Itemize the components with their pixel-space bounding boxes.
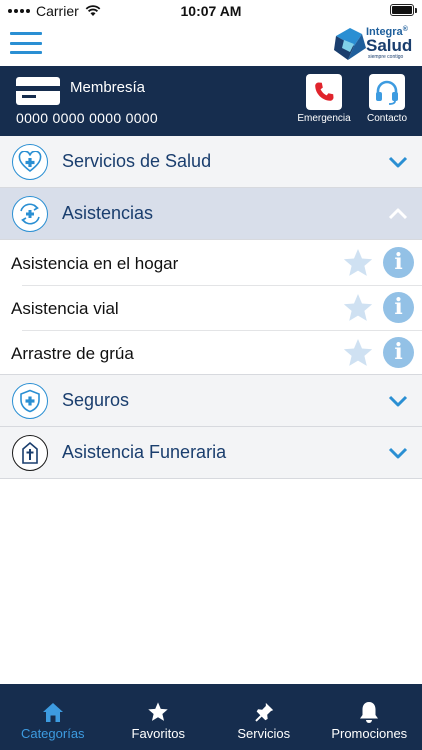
favorite-star-button[interactable] [342, 247, 374, 279]
tab-label: Servicios [237, 726, 291, 741]
logo-line2: Salud [366, 36, 413, 55]
heart-plus-icon [12, 144, 48, 180]
tab-label: Promociones [331, 726, 408, 741]
app-bar: Integra® Salud siempre contigo [0, 22, 422, 66]
headset-icon [369, 74, 405, 110]
tab-servicios[interactable]: Servicios [211, 684, 317, 750]
shield-plus-icon [12, 383, 48, 419]
phone-icon [306, 74, 342, 110]
tomb-cross-icon [12, 435, 48, 471]
logo-mark-icon [334, 28, 366, 60]
assistance-hands-icon [12, 196, 48, 232]
home-icon [0, 700, 106, 724]
favorite-star-button[interactable] [342, 337, 374, 369]
chevron-down-icon [388, 395, 408, 407]
contact-label: Contacto [366, 113, 408, 124]
menu-line [10, 41, 42, 45]
category-row-asistencia-funeraria[interactable]: Asistencia Funeraria [0, 427, 422, 479]
category-row-seguros[interactable]: Seguros [0, 375, 422, 427]
logo-tagline: siempre contigo [368, 54, 404, 60]
info-button[interactable]: i [383, 247, 414, 278]
sub-item-label: Arrastre de grúa [11, 344, 134, 363]
tab-promociones[interactable]: Promociones [317, 684, 422, 750]
emergency-label: Emergencia [297, 113, 351, 124]
bell-icon [317, 700, 422, 724]
integra-salud-logo: Integra® Salud siempre contigo [332, 26, 413, 62]
sub-item-arrastre-de-grua[interactable]: Arrastre de grúa i [0, 330, 422, 375]
category-list: Servicios de Salud Asistencias Asistenci… [0, 136, 422, 479]
info-button[interactable]: i [383, 337, 414, 368]
chevron-down-icon [388, 156, 408, 168]
chevron-down-icon [388, 447, 408, 459]
membership-number: 0000 0000 0000 0000 [16, 110, 158, 126]
tab-categorias[interactable]: Categorías [0, 684, 106, 750]
membership-header: Membresía 0000 0000 0000 0000 Emergencia… [0, 66, 422, 136]
category-label: Seguros [62, 390, 130, 410]
tab-label: Favoritos [131, 726, 185, 741]
emergency-button[interactable]: Emergencia [294, 74, 354, 124]
status-bar: Carrier 10:07 AM [0, 0, 422, 22]
contact-button[interactable]: Contacto [357, 74, 417, 124]
membership-card-icon [16, 77, 60, 105]
status-time: 10:07 AM [180, 3, 242, 19]
favorite-star-button[interactable] [342, 292, 374, 324]
category-row-asistencias[interactable]: Asistencias [0, 188, 422, 240]
category-label: Servicios de Salud [62, 151, 212, 171]
battery-icon [390, 4, 414, 16]
sub-item-label: Asistencia vial [11, 299, 119, 318]
tab-label: Categorías [20, 726, 85, 741]
membership-label: Membresía [70, 79, 146, 96]
category-row-servicios-de-salud[interactable]: Servicios de Salud [0, 136, 422, 188]
sub-item-label: Asistencia en el hogar [11, 254, 179, 273]
tab-favoritos[interactable]: Favoritos [106, 684, 212, 750]
pin-icon [211, 700, 317, 724]
category-label: Asistencias [62, 203, 154, 223]
star-icon [106, 700, 212, 724]
menu-line [10, 32, 42, 35]
menu-button[interactable] [10, 32, 42, 54]
sub-item-asistencia-en-el-hogar[interactable]: Asistencia en el hogar i [0, 240, 422, 285]
info-button[interactable]: i [383, 292, 414, 323]
bottom-tab-bar: Categorías Favoritos Servicios Promocion… [0, 684, 422, 750]
menu-line [10, 51, 42, 54]
chevron-up-icon [388, 208, 408, 220]
battery-tip [415, 8, 417, 13]
category-label: Asistencia Funeraria [62, 442, 227, 462]
sub-item-asistencia-vial[interactable]: Asistencia vial i [0, 285, 422, 330]
